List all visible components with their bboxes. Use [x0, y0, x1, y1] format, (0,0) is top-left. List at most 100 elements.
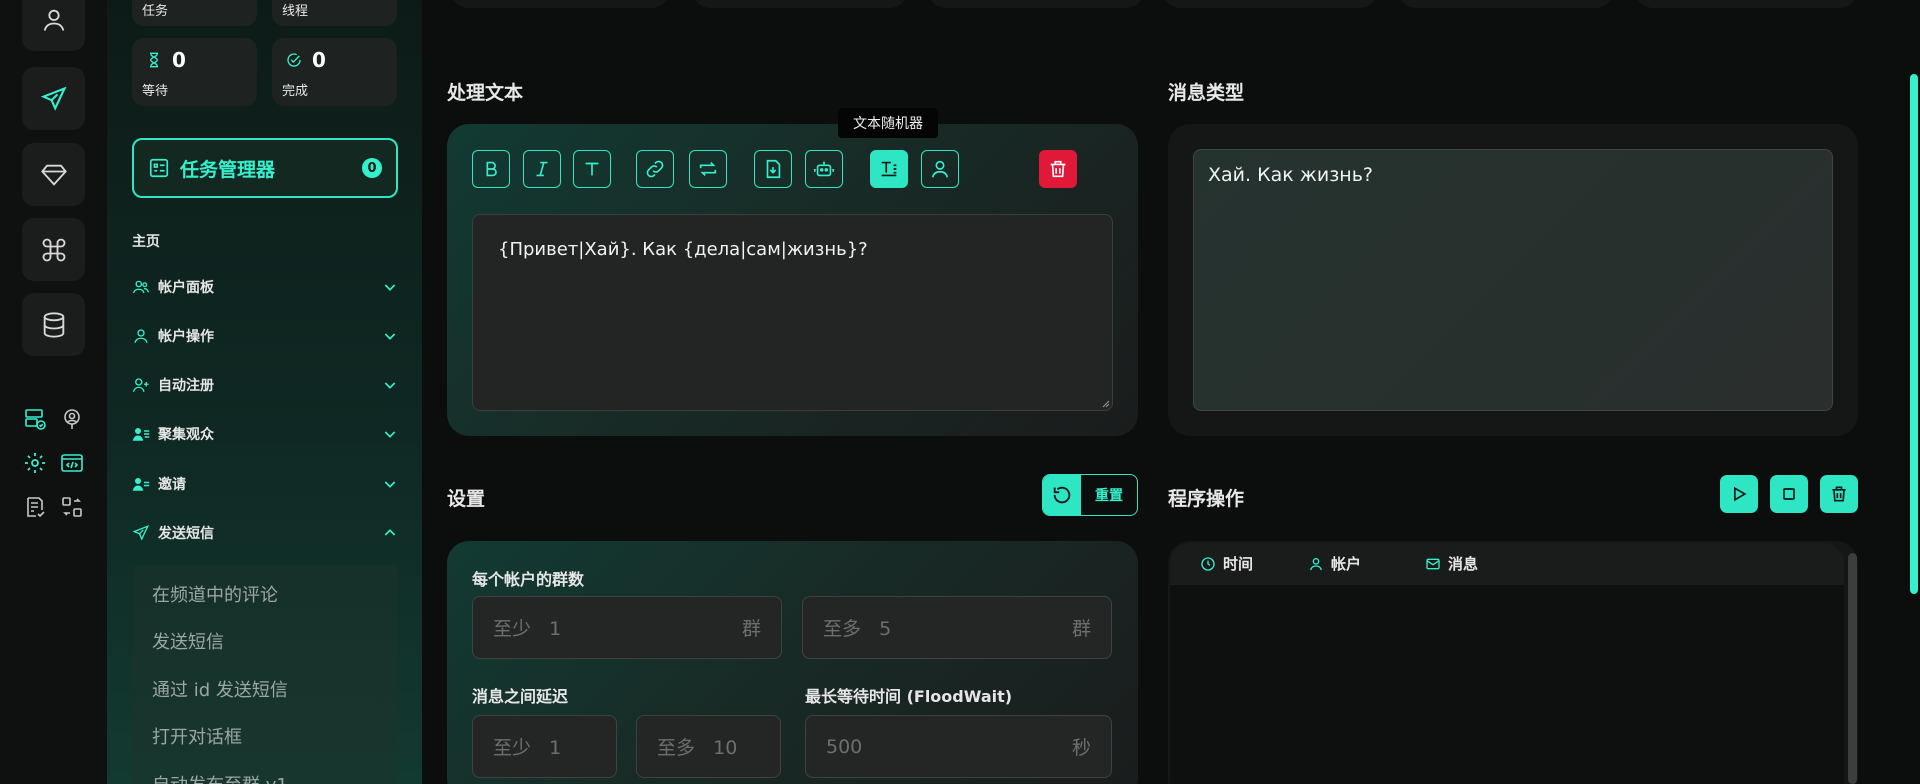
- command-rail-button[interactable]: [22, 218, 85, 281]
- nav-invite[interactable]: 邀请: [132, 469, 398, 499]
- log-header: [1170, 543, 1844, 585]
- nav-label: 聚集观众: [158, 427, 214, 443]
- link-button[interactable]: [636, 150, 674, 188]
- user-plus-icon: [132, 378, 149, 392]
- code-window-icon: [61, 454, 83, 472]
- gear-icon: [25, 453, 45, 473]
- database-icon: [43, 311, 64, 338]
- top-card: [1162, 0, 1378, 8]
- italic-button[interactable]: [523, 150, 561, 188]
- text-icon: [585, 162, 599, 176]
- repeat-button[interactable]: [689, 150, 727, 188]
- spintax-text: {Привет|Хай}. Как {дела|сам|жизнь}?: [498, 239, 868, 260]
- chevron-down-icon: [384, 481, 396, 488]
- user-icon: [43, 9, 64, 31]
- chevron-down-icon: [384, 431, 396, 438]
- toolbar-tooltip: 文本随机器: [838, 108, 938, 138]
- spintax-textarea[interactable]: {Привет|Хай}. Как {дела|сам|жизнь}?: [472, 214, 1113, 411]
- groups-max-value: 5: [879, 618, 892, 640]
- italic-icon: [536, 161, 548, 177]
- swap-button[interactable]: [58, 493, 86, 521]
- reset-icon: [1053, 486, 1071, 504]
- groups-min-input[interactable]: 至少 1 群: [472, 596, 782, 659]
- resize-handle-icon[interactable]: [1100, 398, 1110, 408]
- done-label: 完成: [282, 84, 309, 99]
- min-prefix: 至少: [493, 618, 532, 640]
- top-card: [450, 0, 670, 8]
- nav-send-sms[interactable]: 发送短信: [132, 518, 398, 548]
- top-card: [1635, 0, 1857, 8]
- clear-log-button[interactable]: [1820, 475, 1858, 513]
- user-icon: [134, 329, 148, 343]
- clock-icon: [1201, 556, 1215, 571]
- top-card: [928, 0, 1144, 8]
- nav-label: 帐户操作: [158, 329, 214, 345]
- chevron-down-icon: [384, 382, 396, 389]
- page-scrollbar[interactable]: [1910, 74, 1918, 594]
- tasks-stat-label: 任务: [142, 4, 169, 19]
- diamond-rail-button[interactable]: [22, 143, 85, 206]
- start-button[interactable]: [1720, 475, 1758, 513]
- profile-rail-button[interactable]: [22, 0, 85, 51]
- bold-icon: [486, 161, 497, 177]
- groups-min-value: 1: [549, 618, 562, 640]
- file-import-button[interactable]: [754, 150, 792, 188]
- delay-max-input[interactable]: 至多 10: [636, 715, 781, 778]
- server-check-button[interactable]: [21, 405, 49, 433]
- user-insert-button[interactable]: [921, 150, 959, 188]
- database-rail-button[interactable]: [22, 293, 85, 356]
- floodwait-input[interactable]: 500 秒: [805, 715, 1112, 778]
- threads-stat-label: 线程: [282, 4, 309, 19]
- bold-button[interactable]: [472, 150, 510, 188]
- chevron-down-icon: [384, 333, 396, 340]
- code-window-button[interactable]: [58, 449, 86, 477]
- submenu-open-dialog[interactable]: 打开对话框: [152, 723, 242, 749]
- document-check-icon: [27, 497, 45, 518]
- log-col-time: 时间: [1200, 553, 1253, 574]
- audience-icon: [132, 428, 150, 441]
- chevron-up-icon: [384, 529, 396, 536]
- task-manager-button[interactable]: 任务管理器 0: [132, 138, 398, 198]
- min-prefix: 至少: [493, 737, 532, 759]
- stop-button[interactable]: [1770, 475, 1808, 513]
- icon-rail: [0, 0, 107, 784]
- message-type-title: 消息类型: [1168, 82, 1245, 104]
- top-card: [692, 0, 908, 8]
- groups-max-input[interactable]: 至多 5 群: [802, 596, 1112, 659]
- settings-button[interactable]: [21, 449, 49, 477]
- nav-auto-register[interactable]: 自动注册: [132, 370, 398, 400]
- log-col-message-label: 消息: [1448, 555, 1479, 573]
- delay-min-input[interactable]: 至少 1: [472, 715, 617, 778]
- submenu-send-sms[interactable]: 发送短信: [152, 628, 224, 654]
- home-link[interactable]: 主页: [132, 231, 160, 251]
- clear-text-button[interactable]: [1039, 150, 1077, 188]
- reset-button[interactable]: 重置: [1042, 474, 1138, 516]
- check-circle-icon: [287, 53, 301, 67]
- submenu-send-by-id[interactable]: 通过 id 发送短信: [152, 676, 288, 702]
- text-randomizer-button[interactable]: [870, 150, 908, 188]
- nav-gather-audience[interactable]: 聚集观众: [132, 419, 398, 449]
- task-list-icon: [149, 158, 169, 178]
- text-randomizer-icon: [881, 161, 897, 177]
- nav-account-actions[interactable]: 帐户操作: [132, 321, 398, 351]
- send-rail-button[interactable]: [22, 67, 85, 130]
- user-pin-button[interactable]: [58, 405, 86, 433]
- send-icon: [132, 525, 150, 541]
- text-button[interactable]: [573, 150, 611, 188]
- hourglass-icon: [149, 52, 159, 68]
- bot-button[interactable]: [805, 150, 843, 188]
- log-col-time-label: 时间: [1223, 555, 1254, 573]
- delay-min-value: 1: [549, 737, 562, 759]
- nav-account-panel[interactable]: 帐户面板: [132, 272, 398, 302]
- groups-unit: 群: [1071, 618, 1091, 640]
- link-icon: [646, 160, 664, 178]
- submenu-autopost[interactable]: 自动发布至群 v1: [152, 771, 288, 784]
- mail-icon: [1426, 558, 1440, 569]
- floodwait-value: 500: [826, 735, 863, 758]
- repeat-icon: [699, 161, 717, 177]
- floodwait-unit: 秒: [1071, 737, 1091, 759]
- settings-title: 设置: [447, 488, 486, 510]
- log-scrollbar[interactable]: [1848, 553, 1857, 784]
- document-check-button[interactable]: [21, 493, 49, 521]
- submenu-channel-comments[interactable]: 在频道中的评论: [152, 581, 278, 607]
